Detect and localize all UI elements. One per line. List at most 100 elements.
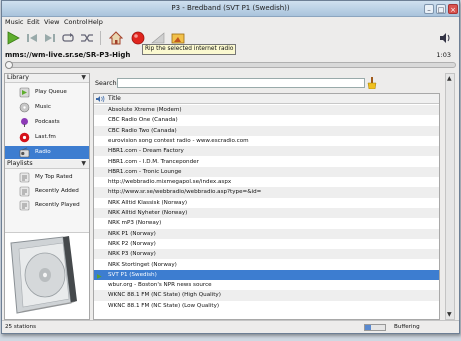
station-title: HBR1.com - Tronic Lounge: [108, 168, 182, 175]
menu-view[interactable]: View: [44, 18, 59, 26]
menu-control[interactable]: Control: [64, 18, 88, 26]
sidebar-item-radio[interactable]: Radio: [5, 146, 89, 159]
scroll-down-icon[interactable]: ▼: [447, 311, 452, 318]
elapsed-time: 1:03: [436, 51, 451, 59]
station-title: NRK P3 (Norway): [108, 251, 156, 258]
smart-playlist-icon: [19, 172, 30, 183]
table-row[interactable]: wbur.org - Boston's NPR news source: [94, 280, 439, 290]
record-icon: [131, 31, 145, 45]
previous-button[interactable]: [24, 30, 40, 46]
station-title: HBR1.com - I.D.M. Tranceponder: [108, 158, 199, 165]
buffer-progress: [364, 324, 386, 331]
table-row[interactable]: HBR1.com - I.D.M. Tranceponder: [94, 157, 439, 167]
skip-forward-icon: [45, 34, 55, 42]
repeat-icon: [62, 33, 74, 42]
vertical-scrollbar[interactable]: ▲ ▼: [445, 73, 455, 320]
title-column-header[interactable]: Title: [108, 95, 121, 102]
maximize-button[interactable]: □: [436, 4, 446, 14]
table-row[interactable]: eurovision song contest radio - www.escr…: [94, 136, 439, 146]
table-row-selected[interactable]: ▶ SVT P1 (Swedish): [94, 269, 439, 281]
radio-icon: [19, 147, 30, 158]
menu-help[interactable]: Help: [88, 18, 103, 26]
library-label: Library: [7, 74, 30, 81]
smart-playlist-icon: [19, 186, 30, 197]
next-button[interactable]: [42, 30, 58, 46]
now-playing-icon: [96, 95, 105, 103]
sidebar-item-label: Recently Added: [35, 188, 79, 194]
station-title: http://www.sr.se/webbradio/webbradio.asp…: [108, 189, 262, 196]
table-row[interactable]: NRK P2 (Norway): [94, 239, 439, 249]
seek-slider[interactable]: [5, 61, 456, 69]
playlists-header[interactable]: Playlists ▼: [5, 160, 89, 169]
shuffle-button[interactable]: [79, 30, 95, 46]
cover-art[interactable]: [5, 232, 89, 319]
station-title: NRK mP3 (Norway): [108, 220, 162, 227]
collapse-icon: ▼: [81, 74, 86, 81]
sidebar-item-play-queue[interactable]: Play Queue: [5, 86, 89, 99]
station-title: WKNC 88.1 FM (NC State) (Low Quality): [108, 302, 220, 309]
menu-edit[interactable]: Edit: [27, 18, 40, 26]
music-icon: [19, 102, 30, 113]
table-row[interactable]: NRK P3 (Norway): [94, 249, 439, 260]
table-row[interactable]: NRK Alltid Klassisk (Norway): [94, 198, 439, 208]
sidebar-item-label: Podcasts: [35, 119, 60, 125]
station-title: WKNC 88.1 FM (NC State) (High Quality): [108, 292, 221, 299]
table-row[interactable]: NRK Stortinget (Norway): [94, 260, 439, 270]
sidebar-item-label: Music: [35, 104, 51, 110]
seek-handle[interactable]: [5, 61, 13, 69]
table-row[interactable]: CBC Radio Two (Canada): [94, 125, 439, 136]
table-row[interactable]: WKNC 88.1 FM (NC State) (High Quality): [94, 290, 439, 301]
play-button[interactable]: [5, 30, 21, 46]
sidebar-item-recently-played[interactable]: Recently Played: [5, 199, 89, 212]
station-title: NRK Stortinget (Norway): [108, 261, 177, 268]
window-title: P3 - Bredband (SVT P1 (Swedish)): [171, 4, 290, 12]
rip-tooltip: Rip the selected internet radio station: [142, 44, 236, 55]
home-icon: [109, 31, 123, 45]
table-row[interactable]: HBR1.com - Tronic Lounge: [94, 166, 439, 178]
picture-icon: [171, 33, 185, 44]
sidebar-item-label: Last.fm: [35, 134, 56, 140]
list-header[interactable]: Title: [94, 94, 439, 104]
app-window: P3 - Bredband (SVT P1 (Swedish)) – □ × M…: [1, 0, 460, 334]
menu-music[interactable]: Music: [5, 18, 24, 26]
shuffle-icon: [81, 34, 93, 42]
table-row[interactable]: WKNC 88.1 FM (NC State) (Low Quality): [94, 301, 439, 311]
table-row[interactable]: http://webbradio.mixmegapol.se/index.asp…: [94, 177, 439, 187]
sidebar-item-label: Play Queue: [35, 89, 67, 95]
volume-button[interactable]: [439, 30, 451, 46]
buffer-progress-fill: [365, 325, 371, 330]
table-row[interactable]: CBC Radio One (Canada): [94, 115, 439, 125]
table-row[interactable]: NRK P1 (Norway): [94, 228, 439, 239]
clear-search-icon[interactable]: [367, 77, 377, 89]
station-title: NRK Alltid Nyheter (Norway): [108, 210, 188, 216]
now-playing-marker-icon: ▶: [97, 272, 102, 280]
sidebar-item-my-top-rated[interactable]: My Top Rated: [5, 171, 89, 184]
sidebar-item-podcasts[interactable]: Podcasts: [5, 116, 89, 129]
skip-back-icon: [27, 34, 37, 42]
table-row[interactable]: http://www.sr.se/webbradio/webbradio.asp…: [94, 187, 439, 198]
search-input[interactable]: [117, 78, 365, 88]
play-icon: [7, 31, 20, 45]
station-count: 25 stations: [5, 324, 37, 330]
home-button[interactable]: [108, 30, 124, 46]
table-row[interactable]: NRK Alltid Nyheter (Norway): [94, 208, 439, 219]
sidebar-item-lastfm[interactable]: Last.fm: [5, 131, 89, 144]
scroll-up-icon[interactable]: ▲: [447, 75, 452, 82]
title-bar[interactable]: P3 - Bredband (SVT P1 (Swedish)) – □ ×: [2, 1, 459, 17]
station-title: CBC Radio Two (Canada): [108, 127, 177, 134]
close-button[interactable]: ×: [448, 4, 458, 14]
lastfm-icon: [19, 132, 30, 143]
podcast-icon: [21, 118, 28, 127]
toolbar-separator: [100, 31, 101, 45]
play-queue-icon: [19, 87, 30, 98]
sidebar-item-label: Recently Played: [35, 202, 80, 208]
minimize-button[interactable]: –: [424, 4, 434, 14]
table-row[interactable]: NRK mP3 (Norway): [94, 218, 439, 228]
cd-case-icon: [10, 236, 77, 314]
table-row[interactable]: Absolute Xtreme (Modem): [94, 105, 439, 116]
library-header[interactable]: Library ▼: [5, 74, 89, 83]
table-row[interactable]: HBR1.com - Dream Factory: [94, 146, 439, 157]
repeat-button[interactable]: [60, 30, 76, 46]
sidebar-item-recently-added[interactable]: Recently Added: [5, 185, 89, 198]
sidebar-item-music[interactable]: Music: [5, 101, 89, 114]
